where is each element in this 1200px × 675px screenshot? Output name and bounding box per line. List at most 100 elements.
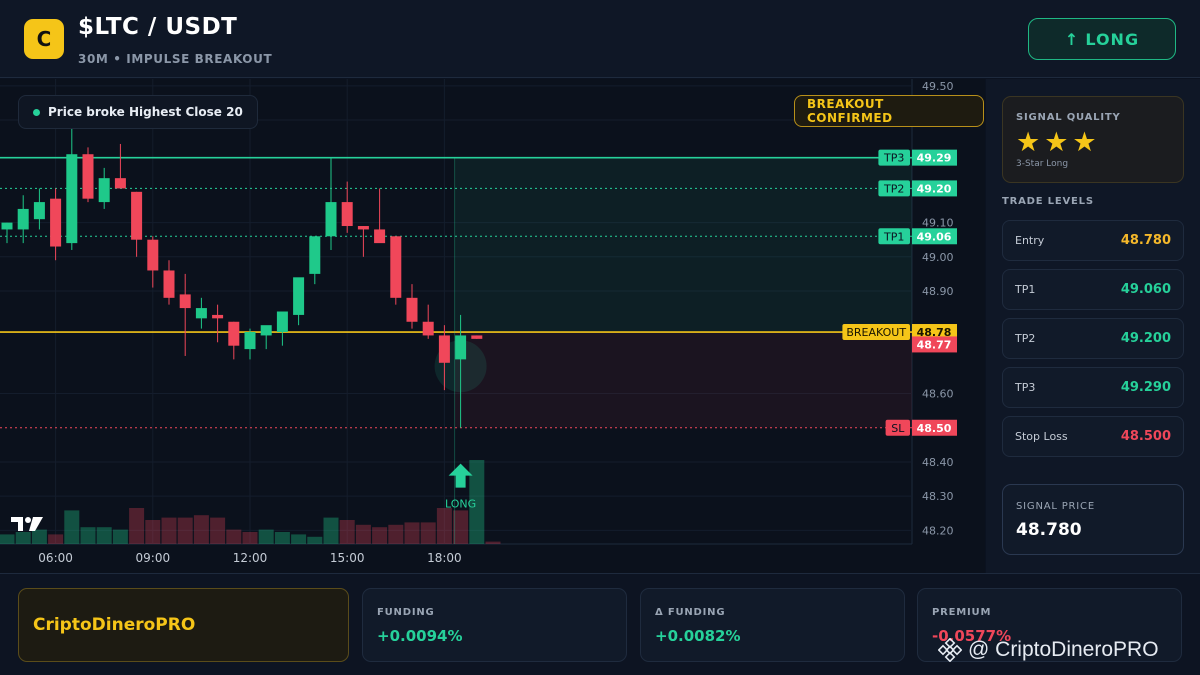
y-tick-label: 48.40 [922,456,954,469]
candle-body [390,236,402,298]
volume-bar [453,510,469,544]
x-tick-label: 09:00 [136,551,171,565]
level-tag-label: BREAKOUT [846,326,906,339]
tradingview-logo-icon[interactable] [9,514,45,539]
candle-body [179,294,191,309]
long-direction-button[interactable]: ↑ LONG [1028,18,1176,60]
y-tick-label: 48.60 [922,388,954,401]
level-value: 49.290 [1120,380,1171,395]
last-price-label: 48.77 [917,338,952,351]
x-tick-label: 18:00 [427,551,462,565]
status-dot-icon [33,108,40,116]
volume-bar [355,524,371,544]
breakout-confirmed-text: BREAKOUT CONFIRMED [807,97,893,125]
level-tag-label: TP2 [883,182,904,195]
volume-bar [193,515,209,544]
volume-bar [242,532,258,544]
level-price-label: 49.06 [917,230,952,243]
level-label: Entry [1015,234,1045,247]
level-price-label: 48.50 [917,422,952,435]
candle-body [33,202,45,220]
breakout-confirmed-badge: BREAKOUT CONFIRMED [794,95,984,127]
candle-body [17,208,29,230]
volume-bar [258,529,274,544]
volume-bar [323,517,339,544]
volume-bar [96,527,112,544]
level-value: 48.500 [1120,429,1171,444]
volume-bar [226,529,242,544]
volume-bar [420,522,436,544]
signal-quality-note: 3-Star Long [1016,159,1069,169]
candle-body [82,154,94,199]
level-price-label: 49.29 [917,152,952,165]
funding-title: FUNDING [377,607,435,618]
signal-quality-card: SIGNAL QUALITY ★★★ 3-Star Long [1002,96,1184,183]
level-row-stop-loss[interactable]: Stop Loss 48.500 [1002,416,1184,457]
delta-funding-card: Δ FUNDING +0.0082% [640,588,905,662]
y-tick-label: 49.10 [922,217,954,230]
long-button-label: LONG [1085,29,1140,49]
pair-title: $LTC / USDT [78,14,238,40]
candle-body [163,270,175,298]
level-label: TP1 [1015,283,1036,296]
candle-body [1,222,13,230]
y-tick-label: 48.90 [922,285,954,298]
long-arrow-icon [448,463,473,488]
breakout-annotation-text: Price broke Highest Close 20 [48,105,243,119]
level-label: TP2 [1015,332,1036,345]
long-marker-label: LONG [445,498,476,511]
candle-body [260,325,272,336]
volume-bar [80,527,96,544]
candlestick-chart[interactable]: 49.5049.4049.1049.0048.9048.6048.4048.30… [0,79,985,573]
brand-name: CriptoDineroPRO [33,615,196,635]
candle-body [406,297,418,322]
arrow-up-icon: ↑ [1064,29,1080,49]
candle-body [147,239,159,271]
candle-body [325,202,337,237]
level-row-tp2[interactable]: TP2 49.200 [1002,318,1184,359]
volume-bar [112,529,128,544]
volume-bar [129,508,145,544]
candle-body [438,335,450,363]
level-row-tp3[interactable]: TP3 49.290 [1002,367,1184,408]
candle-body [131,191,143,240]
volume-bar [161,517,177,544]
level-value: 49.060 [1120,282,1171,297]
level-label: TP3 [1015,381,1036,394]
candle-body [471,335,483,339]
signal-quality-title: SIGNAL QUALITY [1016,112,1121,123]
level-label: Stop Loss [1015,430,1068,443]
level-tag-label: TP1 [883,230,904,243]
candle-body [212,314,224,319]
level-row-tp1[interactable]: TP1 49.060 [1002,269,1184,310]
binance-logo-icon [938,638,962,662]
x-tick-label: 15:00 [330,551,365,565]
watermark-text: @ CriptoDineroPRO [968,638,1159,661]
candle-body [228,321,240,346]
breakout-annotation: Price broke Highest Close 20 [18,95,258,129]
candle-body [244,332,256,350]
level-row-entry[interactable]: Entry 48.780 [1002,220,1184,261]
price-chart-panel[interactable]: 49.5049.4049.1049.0048.9048.6048.4048.30… [0,79,985,573]
coin-logo-letter: C [36,27,52,51]
candle-body [195,308,207,319]
candle-body [455,335,467,360]
volume-bar [404,522,420,544]
level-tag-label: SL [891,422,905,435]
signal-price-value: 48.780 [1016,520,1082,540]
candle-body [50,198,62,247]
watermark: @ CriptoDineroPRO [938,636,1159,664]
profit-zone [454,157,912,333]
candle-body [374,229,386,244]
volume-bar [339,520,355,544]
pair-subtitle: 30M • IMPULSE BREAKOUT [78,52,273,66]
volume-bar [291,534,307,544]
volume-bar [307,536,323,544]
volume-bar [485,541,501,544]
candle-body [66,154,78,244]
delta-funding-title: Δ FUNDING [655,607,726,618]
trade-levels-title: TRADE LEVELS [1002,196,1094,207]
y-tick-label: 48.20 [922,524,954,537]
candle-body [98,178,110,203]
signal-price-title: SIGNAL PRICE [1016,501,1095,512]
